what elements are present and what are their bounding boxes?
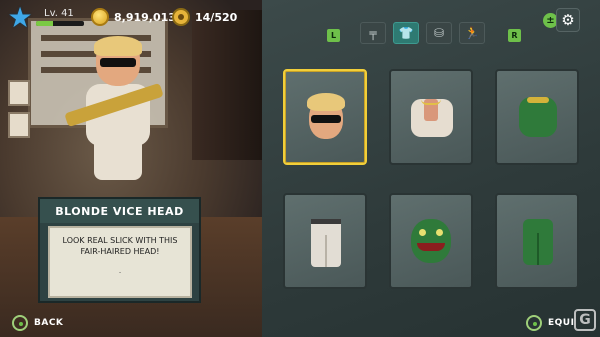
settings-gear-icon[interactable]: ⚙ (556, 8, 580, 32)
item-slot-lizard-legs[interactable] (495, 193, 579, 289)
coin-balance: 8,919,013 (114, 11, 176, 24)
customization-panel: L ╤ 👕 ⛁ 🏃 R ± ⚙ (262, 0, 600, 337)
item-description-box: LOOK REAL SLICK WITH THIS FAIR-HAIRED HE… (48, 226, 192, 298)
lizard-head-icon (403, 209, 459, 273)
item-slot-white-pants[interactable] (283, 193, 367, 289)
pose-icon: 🏃 (464, 26, 480, 40)
xp-bar (36, 21, 84, 26)
item-slot-lizard-body[interactable] (495, 69, 579, 165)
film-reel-icon (172, 8, 190, 26)
watermark-logo: G (574, 309, 596, 331)
blonde-head-icon (297, 85, 353, 149)
xp-bar-fill (36, 21, 53, 26)
dpad-icon (526, 315, 542, 331)
lizard-legs-icon (509, 209, 565, 273)
tab-emotes[interactable]: 🏃 (459, 22, 485, 44)
equip-label: EQUI (548, 318, 575, 328)
tab-items[interactable]: ⛁ (426, 22, 452, 44)
player-level: Lv. 41 (44, 8, 74, 19)
item-slot-white-shirt[interactable] (389, 69, 473, 165)
player-character (64, 36, 174, 180)
dpad-icon (12, 315, 28, 331)
item-description: LOOK REAL SLICK WITH THIS FAIR-HAIRED HE… (62, 236, 178, 257)
item-title: BLONDE VICE HEAD (40, 199, 199, 223)
lizard-body-icon (509, 85, 565, 149)
bag-icon: ⛁ (433, 26, 445, 40)
tab-weapons[interactable]: ╤ (360, 22, 386, 44)
right-shoulder-button[interactable]: R (508, 29, 521, 42)
film-reel-count: 14/520 (195, 11, 238, 24)
shirt-icon: 👕 (398, 26, 414, 40)
wall-poster (8, 80, 30, 106)
back-button[interactable]: BACK (12, 315, 63, 331)
item-info-card: BLONDE VICE HEAD LOOK REAL SLICK WITH TH… (38, 197, 201, 303)
tab-outfits[interactable]: 👕 (393, 22, 419, 44)
equip-button[interactable]: EQUI (526, 315, 574, 331)
level-star-icon: ★ (7, 1, 33, 34)
item-description-dot: . (118, 266, 122, 276)
white-pants-icon (297, 209, 353, 273)
pistol-icon: ╤ (369, 26, 377, 40)
back-label: BACK (34, 318, 64, 328)
item-slot-lizard-head[interactable] (389, 193, 473, 289)
left-shoulder-button[interactable]: L (327, 29, 340, 42)
white-shirt-icon (403, 85, 459, 149)
wardrobe-shelf (192, 10, 262, 160)
wall-poster (8, 112, 30, 138)
item-slot-blonde-vice-head[interactable] (283, 69, 367, 165)
coin-icon (91, 8, 109, 26)
